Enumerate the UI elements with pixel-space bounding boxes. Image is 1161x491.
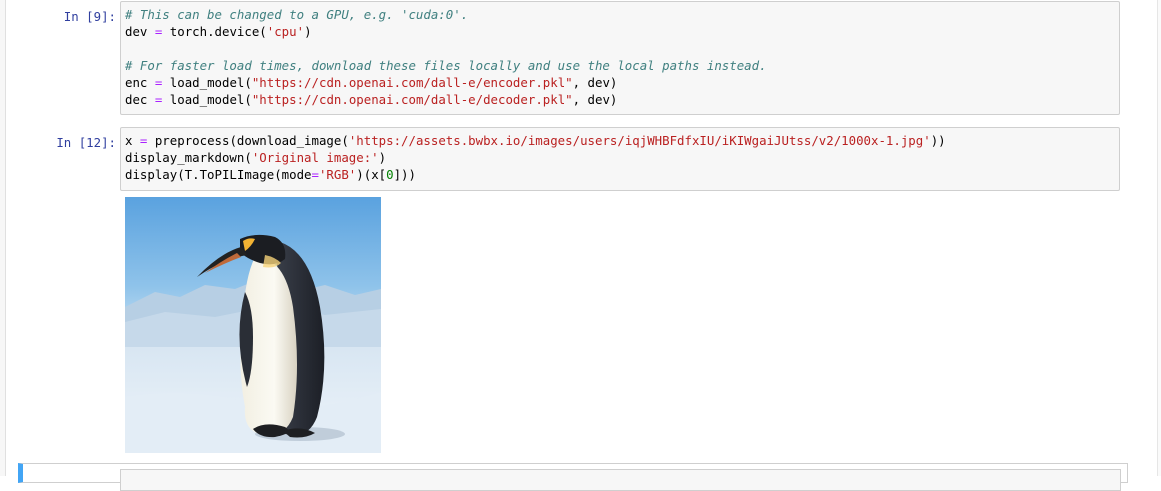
- code-line: dev = torch.device('cpu'): [125, 23, 1115, 40]
- code-line: x = preprocess(download_image('https://a…: [125, 132, 1115, 149]
- code-token: # For faster load times, download these …: [125, 58, 767, 73]
- code-token: 'https://assets.bwbx.io/images/users/iqj…: [348, 133, 931, 148]
- code-token: enc: [125, 75, 155, 90]
- code-token: # This can be changed to a GPU, e.g. 'cu…: [125, 7, 469, 22]
- code-token: preprocess(download_image(: [147, 133, 349, 148]
- code-token: 'RGB': [318, 167, 357, 182]
- code-input[interactable]: # This can be changed to a GPU, e.g. 'cu…: [120, 1, 1120, 115]
- code-token: , dev): [572, 75, 618, 90]
- code-token: )): [930, 133, 946, 148]
- code-token: torch.device(: [162, 24, 267, 39]
- code-editor[interactable]: x = preprocess(download_image('https://a…: [125, 132, 1115, 183]
- code-line: dec = load_model("https://cdn.openai.com…: [125, 91, 1115, 108]
- code-editor[interactable]: # This can be changed to a GPU, e.g. 'cu…: [125, 6, 1115, 108]
- code-line: # This can be changed to a GPU, e.g. 'cu…: [125, 6, 1115, 23]
- code-line: # For faster load times, download these …: [125, 57, 1115, 74]
- cell-prompt: In [9]:: [63, 9, 116, 24]
- code-token: x: [125, 133, 140, 148]
- code-token: 'Original image:': [251, 150, 379, 165]
- code-token: load_model(: [162, 92, 252, 107]
- code-token: 0: [386, 167, 394, 182]
- code-line: display(T.ToPILImage(mode='RGB')(x[0])): [125, 166, 1115, 183]
- code-token: display_markdown(: [125, 150, 252, 165]
- code-token: "https://cdn.openai.com/dall-e/decoder.p…: [251, 92, 573, 107]
- code-input[interactable]: x = preprocess(download_image('https://a…: [120, 127, 1120, 191]
- code-line: display_markdown('Original image:'): [125, 149, 1115, 166]
- code-token: ])): [393, 167, 416, 182]
- code-token: ): [304, 24, 312, 39]
- code-input[interactable]: [120, 469, 1121, 491]
- code-token: 'cpu': [266, 24, 305, 39]
- code-token: )(x[: [356, 167, 387, 182]
- code-token: ): [378, 150, 387, 165]
- cell-prompt: In [12]:: [56, 135, 116, 150]
- code-token: , dev): [572, 92, 618, 107]
- notebook-left-edge: [0, 0, 6, 476]
- code-token: load_model(: [162, 75, 252, 90]
- code-token: display(T.ToPILImage(mode: [125, 167, 312, 182]
- code-token: "https://cdn.openai.com/dall-e/encoder.p…: [251, 75, 573, 90]
- penguin-image: [125, 197, 381, 453]
- code-token: dec: [125, 92, 155, 107]
- selected-cell[interactable]: [18, 463, 1128, 491]
- code-token: =: [311, 167, 319, 182]
- code-line: enc = load_model("https://cdn.openai.com…: [125, 74, 1115, 91]
- notebook-right-edge: [1157, 0, 1161, 476]
- output-image: [125, 197, 381, 453]
- code-token: dev: [125, 24, 155, 39]
